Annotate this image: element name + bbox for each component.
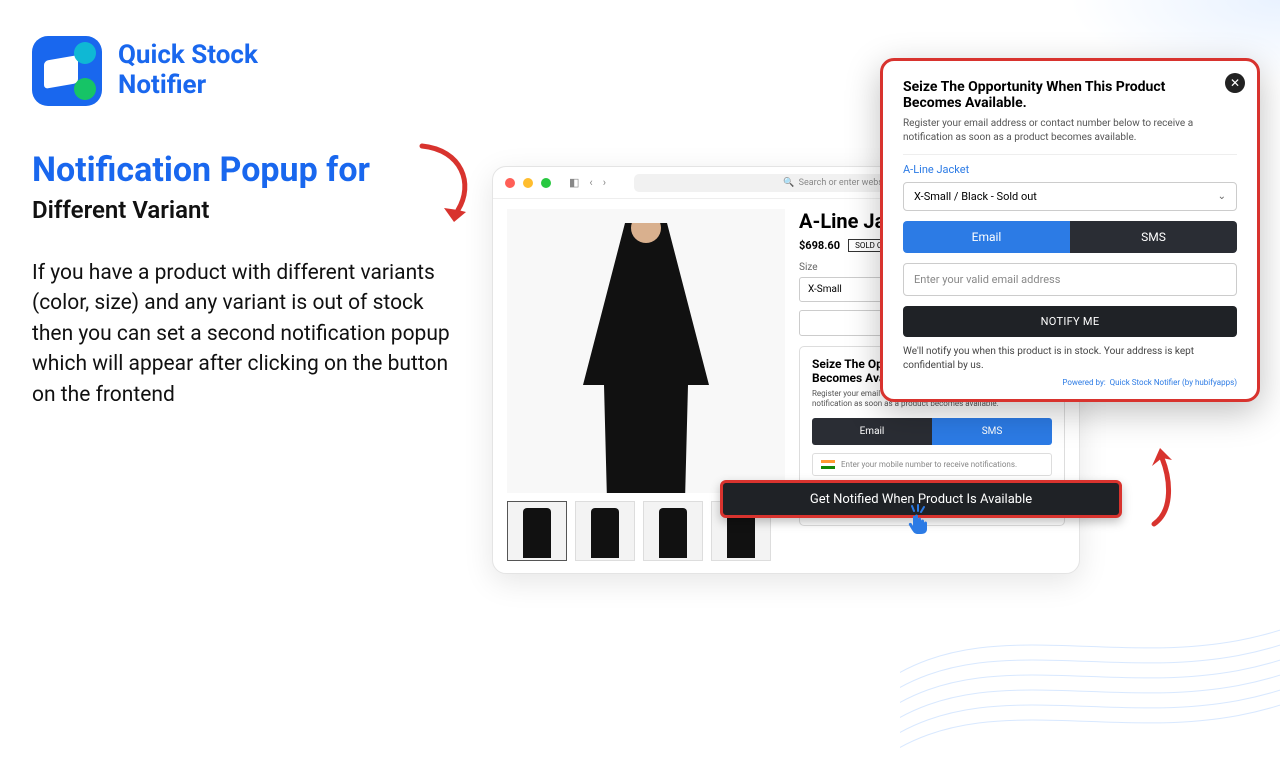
sidebar-toggle-icon[interactable]: ◧ bbox=[569, 176, 579, 189]
headline-title: Notification Popup for bbox=[32, 150, 370, 190]
description-text: If you have a product with different var… bbox=[32, 258, 452, 410]
popup-tab-email[interactable]: Email bbox=[903, 221, 1070, 253]
phone-placeholder: Enter your mobile number to receive noti… bbox=[841, 460, 1017, 469]
tab-email[interactable]: Email bbox=[812, 418, 932, 445]
traffic-max-icon[interactable] bbox=[541, 178, 551, 188]
popup-product-name: A-Line Jacket bbox=[903, 163, 1237, 176]
product-thumb[interactable] bbox=[643, 501, 703, 561]
flag-india-icon bbox=[821, 460, 835, 469]
app-logo-icon bbox=[32, 36, 102, 106]
search-icon: 🔍 bbox=[783, 178, 794, 188]
brand-name: Quick Stock Notifier bbox=[118, 41, 258, 101]
product-main-image[interactable] bbox=[507, 209, 785, 493]
popup-powered-by: Powered by: Quick Stock Notifier (by hub… bbox=[903, 378, 1237, 387]
nav-forward-icon[interactable]: › bbox=[603, 176, 606, 189]
traffic-close-icon[interactable] bbox=[505, 178, 515, 188]
popup-fine-text: We'll notify you when this product is in… bbox=[903, 345, 1237, 372]
popup-desc: Register your email address or contact n… bbox=[903, 117, 1237, 144]
cursor-click-icon bbox=[904, 504, 930, 534]
popup-powered-link[interactable]: Quick Stock Notifier (by hubifyapps) bbox=[1110, 378, 1237, 387]
notify-me-button[interactable]: NOTIFY ME bbox=[903, 306, 1237, 337]
brand-header: Quick Stock Notifier bbox=[32, 36, 258, 106]
chevron-down-icon: ⌄ bbox=[1218, 191, 1226, 202]
nav-back-icon[interactable]: ‹ bbox=[589, 176, 592, 189]
tab-sms[interactable]: SMS bbox=[932, 418, 1052, 445]
headline-sub: Different Variant bbox=[32, 196, 370, 224]
close-button[interactable]: ✕ bbox=[1225, 73, 1245, 93]
product-thumb[interactable] bbox=[507, 501, 567, 561]
phone-input[interactable]: Enter your mobile number to receive noti… bbox=[812, 453, 1052, 476]
arrow-up-icon bbox=[1142, 440, 1182, 530]
product-price: $698.60 bbox=[799, 239, 840, 252]
traffic-min-icon[interactable] bbox=[523, 178, 533, 188]
notify-popup: ✕ Seize The Opportunity When This Produc… bbox=[880, 58, 1260, 402]
variant-select[interactable]: X-Small / Black - Sold out ⌄ bbox=[903, 182, 1237, 211]
headline: Notification Popup for Different Variant bbox=[32, 150, 370, 224]
email-input[interactable]: Enter your valid email address bbox=[903, 263, 1237, 296]
product-thumb[interactable] bbox=[575, 501, 635, 561]
arrow-down-icon bbox=[414, 140, 486, 226]
popup-title: Seize The Opportunity When This Product … bbox=[903, 79, 1237, 111]
popup-tab-sms[interactable]: SMS bbox=[1070, 221, 1237, 253]
size-select[interactable]: X-Small bbox=[799, 277, 889, 302]
